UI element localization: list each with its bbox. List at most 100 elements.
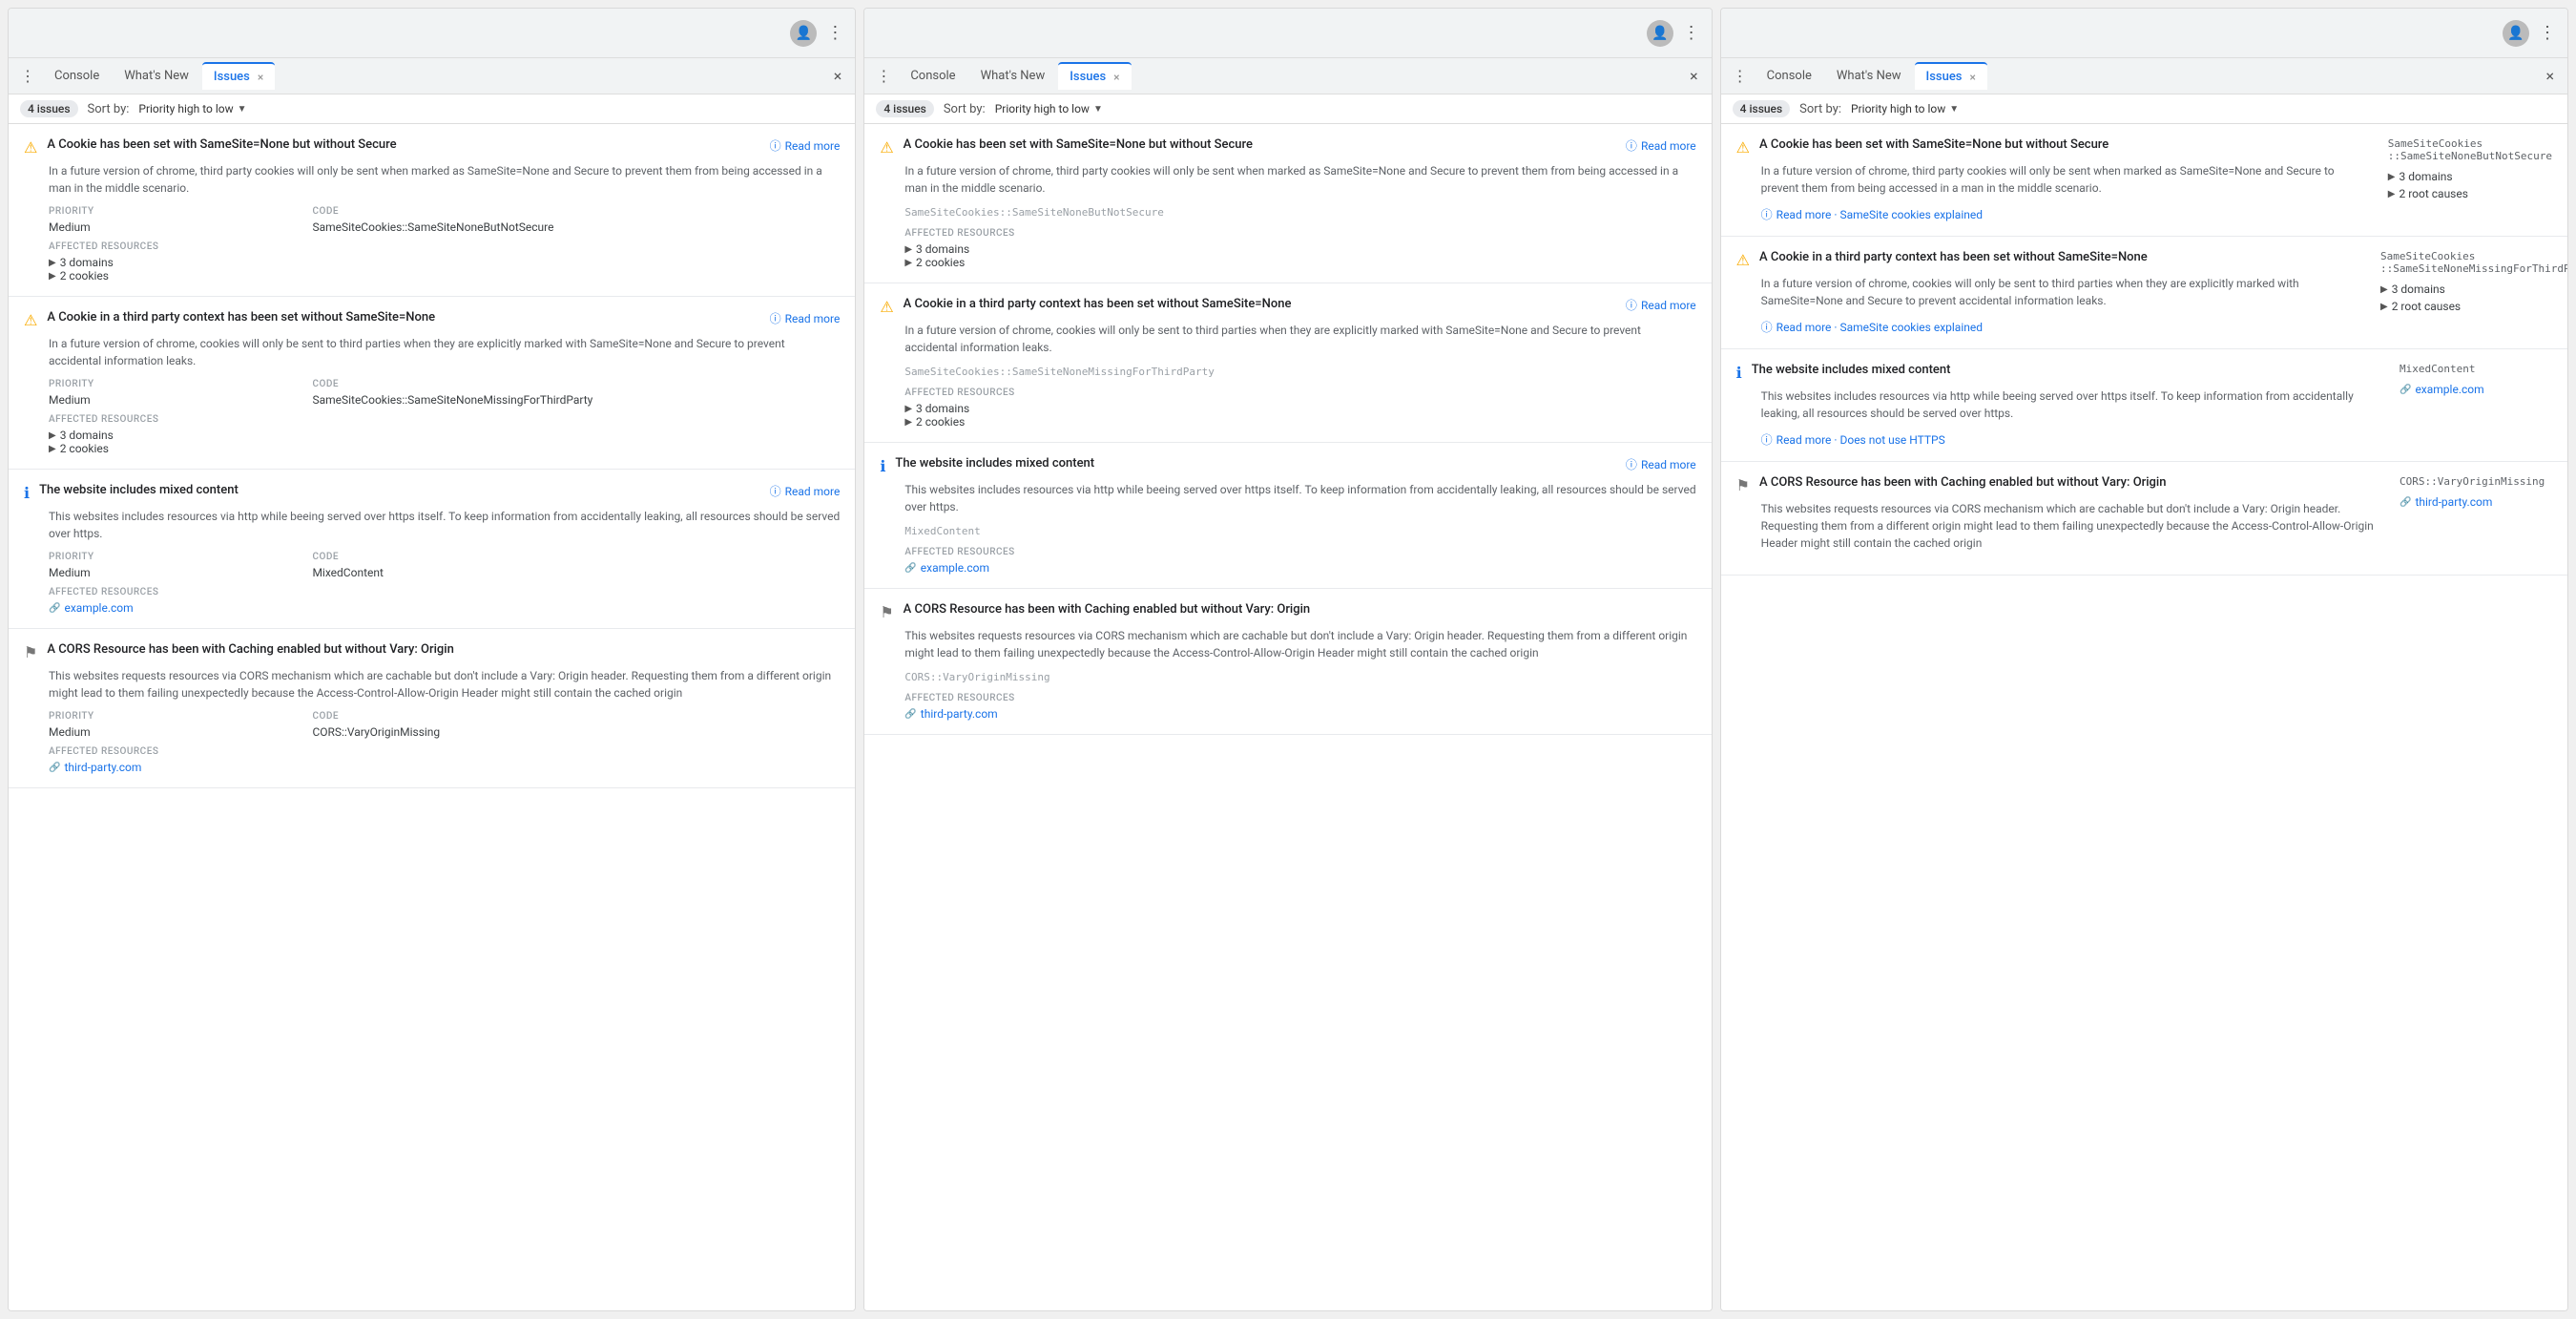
devtools-header-3: ⋮ Console What's New Issues × ×: [1721, 58, 2567, 94]
tab-issues-3[interactable]: Issues ×: [1915, 62, 1987, 90]
resource-cookies-2-1[interactable]: ▶2 cookies: [904, 256, 1695, 269]
issue-item-1-2: ⚠ A Cookie in a third party context has …: [9, 297, 855, 470]
flag-icon-2-4: ⚑: [880, 603, 893, 621]
read-more-icon-1-1: ⓘ: [770, 137, 781, 154]
link-icon-1-3: 🔗: [49, 603, 60, 614]
issue-right-3-1: SameSiteCookies::SameSiteNoneButNotSecur…: [2388, 137, 2552, 222]
issue-desc-3-4: This websites requests resources via COR…: [1761, 500, 2384, 552]
chrome-toolbar-2: 👤 ⋮: [864, 9, 1711, 58]
devtools-close-3[interactable]: ×: [2538, 63, 2562, 89]
affected-resources-2-4: AFFECTED RESOURCES 🔗 third-party.com: [904, 693, 1695, 721]
chrome-menu-1[interactable]: ⋮: [826, 23, 843, 43]
issues-list-1: ⚠ A Cookie has been set with SameSite=No…: [9, 124, 855, 1310]
issue-title-3-1: A Cookie has been set with SameSite=None…: [1759, 137, 2373, 152]
panel-3: 👤 ⋮ ⋮ Console What's New Issues × × 4 is…: [1720, 8, 2568, 1311]
issue-meta-1-4: PRIORITY CODE Medium CORS::VaryOriginMis…: [49, 711, 840, 739]
tab-whats-new-3[interactable]: What's New: [1825, 63, 1913, 89]
tab-whats-new-2[interactable]: What's New: [969, 63, 1057, 89]
devtools-menu-icon-1[interactable]: ⋮: [14, 63, 41, 89]
issue-title-2-1: A Cookie has been set with SameSite=None…: [904, 137, 1616, 152]
issue-item-3-2: ⚠ A Cookie in a third party context has …: [1721, 237, 2567, 349]
devtools-menu-icon-2[interactable]: ⋮: [870, 63, 897, 89]
tab-whats-new-1[interactable]: What's New: [113, 63, 200, 89]
warning-icon-2-2: ⚠: [880, 298, 893, 316]
read-more-2-3[interactable]: ⓘ Read more: [1626, 456, 1696, 472]
tab-issues-close-2[interactable]: ×: [1113, 71, 1119, 84]
devtools-header-2: ⋮ Console What's New Issues × ×: [864, 58, 1711, 94]
issue-title-3-2: A Cookie in a third party context has be…: [1759, 250, 2365, 264]
devtools-menu-icon-3[interactable]: ⋮: [1727, 63, 1754, 89]
tab-console-2[interactable]: Console: [899, 63, 966, 89]
read-more-1-2[interactable]: ⓘ Read more: [770, 310, 841, 326]
issue-item-3-1: ⚠ A Cookie has been set with SameSite=No…: [1721, 124, 2567, 237]
warning-icon-1-1: ⚠: [24, 138, 37, 157]
tab-issues-close-3[interactable]: ×: [1970, 71, 1976, 84]
right-domains-3-2[interactable]: ▶ 3 domains: [2380, 283, 2552, 296]
tab-console-1[interactable]: Console: [43, 63, 111, 89]
resource-link-2-4[interactable]: 🔗 third-party.com: [904, 707, 1695, 721]
sort-select-3[interactable]: Priority high to low ▼: [1851, 102, 1959, 115]
avatar-3: 👤: [2503, 20, 2529, 47]
read-more-icon-2-2: ⓘ: [1626, 297, 1637, 313]
tab-console-3[interactable]: Console: [1755, 63, 1823, 89]
devtools-close-1[interactable]: ×: [826, 63, 850, 89]
read-more-icon-3-2: ⓘ: [1761, 319, 1773, 335]
tab-issues-2[interactable]: Issues ×: [1058, 62, 1131, 90]
read-more-1-1[interactable]: ⓘ Read more: [770, 137, 841, 154]
read-more-icon-1-2: ⓘ: [770, 310, 781, 326]
read-more-3-1[interactable]: ⓘ Read more · SameSite cookies explained: [1761, 206, 2373, 222]
read-more-3-3[interactable]: ⓘ Read more · Does not use HTTPS: [1761, 431, 2384, 448]
tab-issues-1[interactable]: Issues ×: [202, 62, 275, 90]
issue-title-1-1: A Cookie has been set with SameSite=None…: [47, 137, 759, 152]
affected-resources-2-1: AFFECTED RESOURCES ▶3 domains ▶2 cookies: [904, 228, 1695, 269]
issue-header-1-3: ℹ The website includes mixed content ⓘ R…: [24, 483, 840, 502]
issue-desc-1-3: This websites includes resources via htt…: [49, 508, 840, 542]
resource-link-1-4[interactable]: 🔗 third-party.com: [49, 761, 840, 774]
chrome-toolbar-3: 👤 ⋮: [1721, 9, 2567, 58]
right-domains-3-1[interactable]: ▶ 3 domains: [2388, 170, 2552, 183]
affected-resources-1-3: AFFECTED RESOURCES 🔗 example.com: [49, 587, 840, 615]
read-more-2-2[interactable]: ⓘ Read more: [1626, 297, 1696, 313]
resource-link-1-3[interactable]: 🔗 example.com: [49, 601, 840, 615]
resource-cookies-1-2[interactable]: ▶2 cookies: [49, 442, 840, 455]
resource-domains-1-2[interactable]: ▶3 domains: [49, 429, 840, 442]
code-value-1-1: SameSiteCookies::SameSiteNoneButNotSecur…: [312, 220, 840, 234]
issue-header-2-1: ⚠ A Cookie has been set with SameSite=No…: [880, 137, 1695, 157]
read-more-3-2[interactable]: ⓘ Read more · SameSite cookies explained: [1761, 319, 2365, 335]
issue-left-3-4: ⚑ A CORS Resource has been with Caching …: [1736, 475, 2384, 561]
resource-domains-1-1[interactable]: ▶3 domains: [49, 256, 840, 269]
issue-desc-3-3: This websites includes resources via htt…: [1761, 387, 2384, 422]
affected-resources-2-2: AFFECTED RESOURCES ▶3 domains ▶2 cookies: [904, 387, 1695, 429]
devtools-close-2[interactable]: ×: [1682, 63, 1706, 89]
right-code-3-3: MixedContent: [2399, 363, 2552, 375]
right-causes-3-1[interactable]: ▶ 2 root causes: [2388, 187, 2552, 200]
resource-domains-2-2[interactable]: ▶3 domains: [904, 402, 1695, 415]
resource-domains-2-1[interactable]: ▶3 domains: [904, 242, 1695, 256]
issues-list-3: ⚠ A Cookie has been set with SameSite=No…: [1721, 124, 2567, 1310]
priority-label-1-1: PRIORITY: [49, 206, 312, 217]
read-more-1-3[interactable]: ⓘ Read more: [770, 483, 841, 499]
issue-header-3-3: ℹ The website includes mixed content: [1736, 363, 2384, 382]
resource-cookies-1-1[interactable]: ▶2 cookies: [49, 269, 840, 283]
read-more-2-1[interactable]: ⓘ Read more: [1626, 137, 1696, 154]
link-icon-2-4: 🔗: [904, 709, 916, 720]
issue-meta-1-3: PRIORITY CODE Medium MixedContent: [49, 552, 840, 579]
issue-item-3-3: ℹ The website includes mixed content Thi…: [1721, 349, 2567, 462]
info-icon-1-3: ℹ: [24, 484, 30, 502]
chrome-menu-2[interactable]: ⋮: [1683, 23, 1700, 43]
tab-issues-close-1[interactable]: ×: [258, 71, 263, 84]
issue-item-2-1: ⚠ A Cookie has been set with SameSite=No…: [864, 124, 1711, 283]
issues-count-1: 4 issues: [20, 100, 78, 117]
resource-link-2-3[interactable]: 🔗 example.com: [904, 561, 1695, 575]
chrome-menu-3[interactable]: ⋮: [2539, 23, 2556, 43]
sort-select-2[interactable]: Priority high to low ▼: [995, 102, 1103, 115]
issue-header-1-1: ⚠ A Cookie has been set with SameSite=No…: [24, 137, 840, 157]
sort-select-1[interactable]: Priority high to low ▼: [138, 102, 246, 115]
issue-title-2-4: A CORS Resource has been with Caching en…: [904, 602, 1696, 617]
affected-resources-1-4: AFFECTED RESOURCES 🔗 third-party.com: [49, 746, 840, 774]
resource-cookies-2-2[interactable]: ▶2 cookies: [904, 415, 1695, 429]
warning-icon-2-1: ⚠: [880, 138, 893, 157]
right-causes-3-2[interactable]: ▶ 2 root causes: [2380, 300, 2552, 313]
right-link-3-4[interactable]: 🔗 third-party.com: [2399, 495, 2552, 509]
right-link-3-3[interactable]: 🔗 example.com: [2399, 383, 2552, 396]
